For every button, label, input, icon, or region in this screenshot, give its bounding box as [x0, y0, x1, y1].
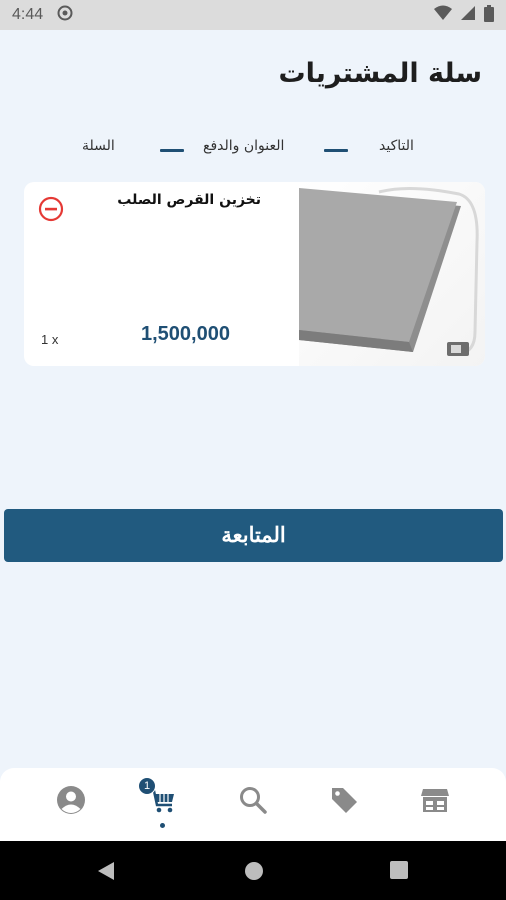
page-title: سلة المشتريات	[278, 58, 482, 89]
signal-icon	[460, 5, 476, 25]
step-address-payment: العنوان والدفع	[203, 138, 285, 154]
step-cart: السلة	[82, 138, 115, 154]
user-icon	[57, 786, 85, 814]
back-button[interactable]	[96, 861, 116, 885]
battery-icon	[484, 4, 494, 26]
step-divider	[160, 149, 184, 152]
tag-icon	[332, 788, 357, 813]
sync-icon	[57, 5, 73, 25]
back-triangle-icon	[98, 862, 114, 880]
status-bar: 4:44	[0, 0, 506, 30]
recents-button[interactable]	[390, 861, 408, 883]
nav-store[interactable]	[415, 780, 455, 820]
bottom-nav: 1	[0, 768, 506, 841]
active-indicator	[160, 823, 165, 828]
store-icon	[421, 789, 449, 812]
remove-circle-icon	[38, 196, 64, 222]
home-button[interactable]	[244, 861, 264, 885]
nav-profile[interactable]	[51, 780, 91, 820]
home-circle-icon	[245, 862, 263, 880]
continue-button[interactable]: المتابعة	[4, 509, 503, 562]
product-quantity: 1 x	[41, 332, 59, 347]
search-icon	[240, 787, 267, 814]
status-time: 4:44	[12, 6, 44, 23]
step-confirm: التاكيد	[379, 138, 414, 154]
wifi-icon	[434, 5, 452, 25]
nav-search[interactable]	[233, 780, 273, 820]
nav-offers[interactable]	[324, 780, 364, 820]
recents-square-icon	[390, 861, 408, 879]
product-image	[299, 182, 485, 366]
product-price: 1,500,000	[141, 323, 230, 345]
remove-item-button[interactable]	[38, 196, 64, 222]
android-nav-bar	[0, 841, 506, 900]
cart-count-badge: 1	[138, 777, 156, 795]
product-name: تخزين القرص الصلب	[117, 192, 261, 208]
cart-item-card: تخزين القرص الصلب 1,500,000 1 x	[24, 182, 485, 366]
checkout-stepper: التاكيد العنوان والدفع السلة	[0, 138, 506, 162]
step-divider	[324, 149, 348, 152]
